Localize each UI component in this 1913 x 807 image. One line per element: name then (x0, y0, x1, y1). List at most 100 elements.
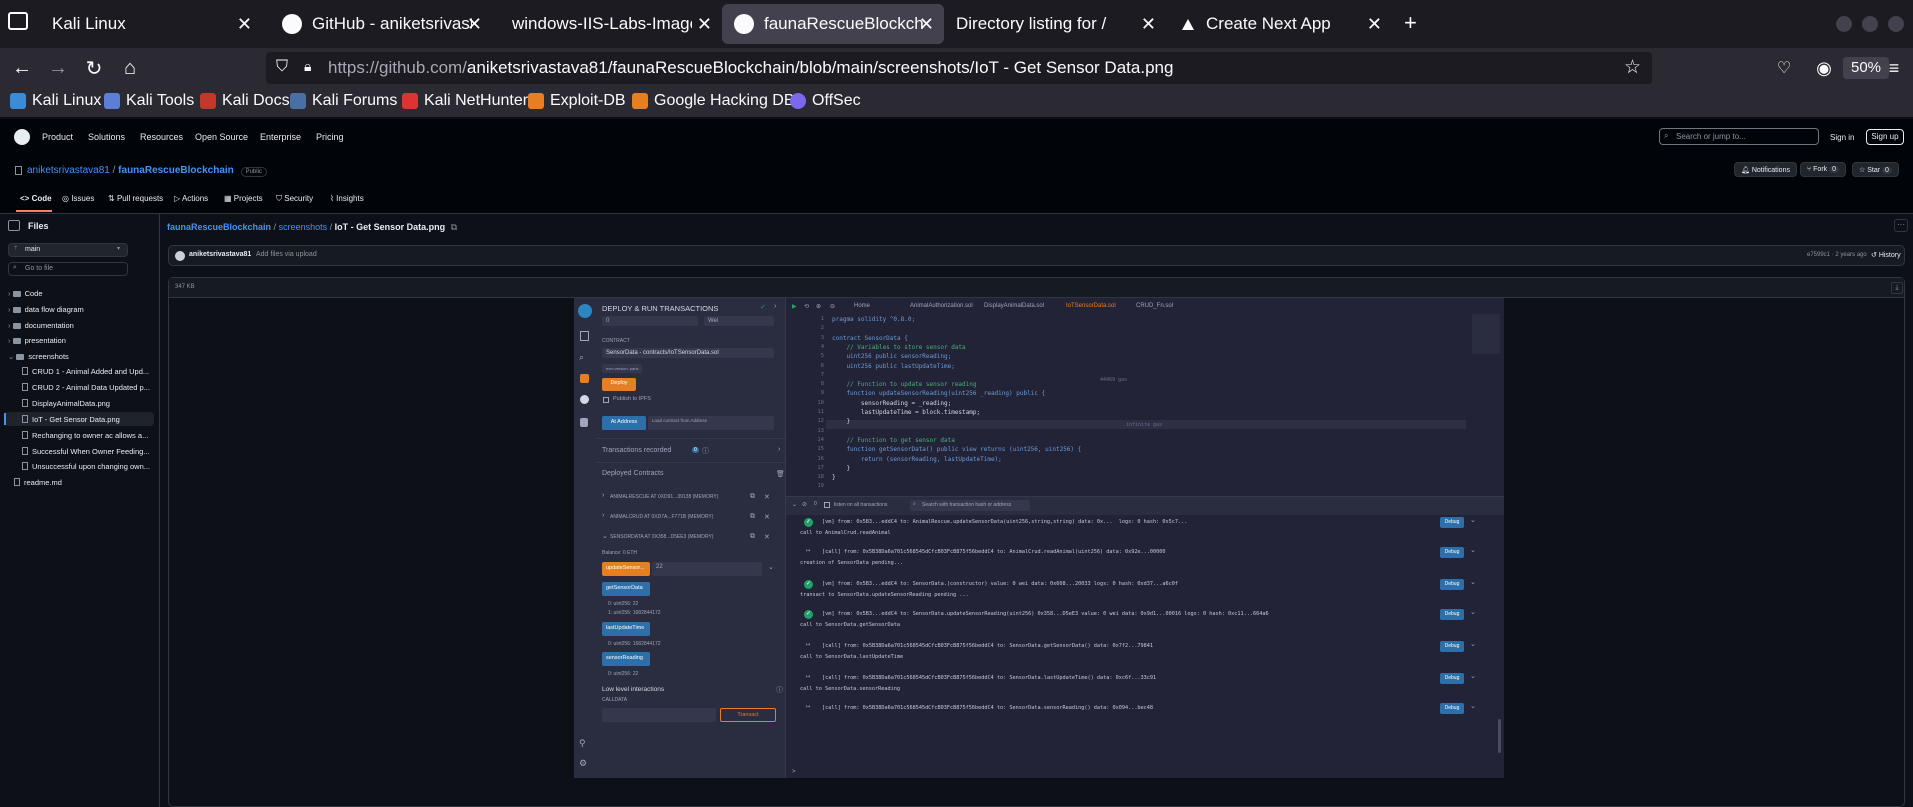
tree-item-screenshots[interactable]: ⌄ screenshots (8, 352, 69, 361)
tree-item-presentation[interactable]: › presentation (8, 336, 66, 345)
bookmark-exploit-db[interactable]: Exploit-DB (528, 92, 626, 110)
branch-select[interactable]: ᛘ main ▾ (8, 243, 128, 257)
star-button[interactable]: ☆ Star 0 (1852, 162, 1899, 177)
tab-create-next-app[interactable]: Create Next App ✕ (1170, 4, 1392, 44)
repo-name-link[interactable]: faunaRescueBlockchain (118, 165, 234, 176)
editor-tab-display-animal: DisplayAnimalData.sol (984, 303, 1045, 309)
tab-kali-linux[interactable]: Kali Linux ✕ (40, 4, 262, 44)
history-link[interactable]: ↺ History (1871, 251, 1901, 259)
bookmark-star-icon[interactable]: ☆ (1624, 56, 1641, 79)
tree-item-unsuccessful[interactable]: Unsuccessful upon changing own... (22, 462, 150, 471)
tree-item-code[interactable]: › Code (8, 289, 43, 298)
lock-icon[interactable]: 🔒︎ (304, 58, 311, 75)
commit-message[interactable]: Add files via upload (256, 251, 317, 258)
minimize-window-icon[interactable] (1836, 16, 1852, 32)
history-icon: ↺ (1871, 252, 1879, 259)
new-tab-button[interactable]: + (1404, 10, 1417, 36)
go-to-file-input[interactable]: ⌕ Go to file (8, 262, 128, 276)
collapse-sidebar-icon[interactable] (8, 220, 20, 231)
reload-icon[interactable]: ↻ (78, 52, 110, 84)
tab-windows-iis[interactable]: windows-IIS-Labs-Image.png ✕ (500, 4, 722, 44)
tree-label: IoT - Get Sensor Data.png (32, 415, 120, 424)
github-search-input[interactable]: Search or jump to... (1659, 128, 1819, 145)
breadcrumb-repo[interactable]: faunaRescueBlockchain (167, 222, 271, 232)
tab-directory-listing[interactable]: Directory listing for / ✕ (944, 4, 1166, 44)
tab-issues[interactable]: ◎ Issues (62, 194, 94, 203)
commit-author[interactable]: aniketsrivastava81 (189, 251, 251, 258)
settings-icon: ⚙ (579, 758, 588, 768)
tree-item-data-flow-diagram[interactable]: › data flow diagram (8, 305, 84, 314)
close-icon[interactable]: ✕ (1367, 14, 1382, 35)
tree-item-iot-get-sensor-data[interactable]: IoT - Get Sensor Data.png (22, 415, 120, 424)
nav-resources[interactable]: Resources (140, 132, 183, 142)
run-icon: ▶ (792, 304, 797, 310)
close-icon[interactable]: ✕ (1141, 14, 1156, 35)
unit-select: Wei (704, 316, 774, 326)
close-icon[interactable]: ✕ (467, 14, 482, 35)
bookmark-kali-forums[interactable]: Kali Forums (290, 92, 397, 110)
notifications-button[interactable]: 🔔︎ Notifications (1734, 162, 1797, 177)
close-window-icon[interactable] (1888, 16, 1904, 32)
home-icon[interactable]: ⌂ (114, 52, 146, 84)
repo-owner-link[interactable]: aniketsrivastava81 (27, 165, 110, 176)
bookmark-label: Kali Forums (312, 92, 398, 109)
tab-overview-icon[interactable] (8, 12, 28, 30)
bookmark-kali-linux[interactable]: Kali Linux (10, 92, 101, 110)
bookmark-offsec[interactable]: OffSec (790, 92, 861, 110)
nav-solutions[interactable]: Solutions (88, 132, 125, 142)
tree-item-crud2[interactable]: CRUD 2 - Animal Data Updated p... (22, 383, 150, 392)
tab-security[interactable]: ⛉ Security (276, 194, 313, 204)
copy-icon[interactable]: ⧉ (451, 222, 457, 232)
tree-item-readme[interactable]: readme.md (14, 478, 62, 487)
more-options-icon[interactable]: ··· (1894, 219, 1908, 232)
bookmark-kali-docs[interactable]: Kali Docs (200, 92, 290, 110)
bookmark-kali-nethunter[interactable]: Kali NetHunter (402, 92, 528, 110)
signup-button[interactable]: Sign up (1866, 129, 1904, 145)
bookmark-google-hacking-db[interactable]: Google Hacking DB (632, 92, 795, 110)
close-icon[interactable]: ✕ (237, 14, 252, 35)
shield-icon[interactable]: ⛉ (276, 58, 288, 76)
bookmark-kali-tools[interactable]: Kali Tools (104, 92, 194, 110)
github-icon (734, 14, 754, 34)
line-number: 2 (820, 325, 824, 332)
tab-code[interactable]: <> Code (20, 194, 52, 203)
nav-enterprise[interactable]: Enterprise (260, 132, 301, 142)
close-icon[interactable]: ✕ (919, 14, 934, 35)
nav-product[interactable]: Product (42, 132, 73, 142)
url-text[interactable]: https://github.com/aniketsrivastava81/fa… (328, 58, 1173, 78)
chevron-down-icon: ⌄ (1470, 579, 1476, 586)
tree-item-crud1[interactable]: CRUD 1 - Animal Added and Upd... (22, 367, 149, 376)
download-icon[interactable]: ⤓ (1891, 282, 1903, 294)
tree-item-rechanging[interactable]: Rechanging to owner ac allows a... (22, 431, 148, 440)
tab-insights[interactable]: ⌇ Insights (330, 194, 364, 203)
compiler-icon (580, 374, 589, 383)
url-bar[interactable]: ⛉ 🔒︎ https://github.com/aniketsrivastava… (266, 52, 1890, 84)
tab-fauna-rescue[interactable]: faunaRescueBlockchain/sc ✕ (722, 4, 944, 44)
account-icon[interactable]: ◉ (1808, 52, 1840, 84)
maximize-window-icon[interactable] (1862, 16, 1878, 32)
fork-button[interactable]: ⑂ Fork 0 (1800, 162, 1847, 177)
log-entry-detail: call to AnimalCrud.readAnimal (800, 530, 891, 536)
tree-item-documentation[interactable]: › documentation (8, 321, 74, 330)
contract-select: SensorData - contracts/IoTSensorData.sol (602, 348, 774, 358)
breadcrumb-dir[interactable]: screenshots (279, 222, 328, 232)
commit-meta[interactable]: e7599c1 · 2 years ago (1807, 252, 1867, 258)
tab-github-profile[interactable]: GitHub - aniketsrivastava ✕ (270, 4, 492, 44)
signin-link[interactable]: Sign in (1830, 133, 1854, 142)
nav-open-source[interactable]: Open Source (195, 132, 248, 142)
tree-item-successful[interactable]: Successful When Owner Feeding... (22, 447, 150, 456)
tab-label: Actions (181, 194, 209, 203)
tab-pull-requests[interactable]: ⇅ Pull requests (108, 194, 163, 203)
forward-arrow-icon[interactable]: → (42, 52, 74, 84)
close-icon[interactable]: ✕ (697, 14, 712, 35)
tab-actions[interactable]: ▷ Actions (174, 194, 208, 203)
zoom-level[interactable]: 50% (1843, 57, 1890, 79)
file-size: 347 KB (175, 284, 195, 290)
github-logo-icon[interactable] (14, 129, 30, 145)
pocket-icon[interactable]: ♡ (1768, 52, 1800, 84)
nav-pricing[interactable]: Pricing (316, 132, 344, 142)
tab-projects[interactable]: ▦ Projects (224, 194, 263, 203)
fork-count: 0 (1829, 166, 1840, 173)
back-arrow-icon[interactable]: ← (6, 52, 38, 84)
tree-item-display-animal-data[interactable]: DisplayAnimalData.png (22, 399, 110, 408)
